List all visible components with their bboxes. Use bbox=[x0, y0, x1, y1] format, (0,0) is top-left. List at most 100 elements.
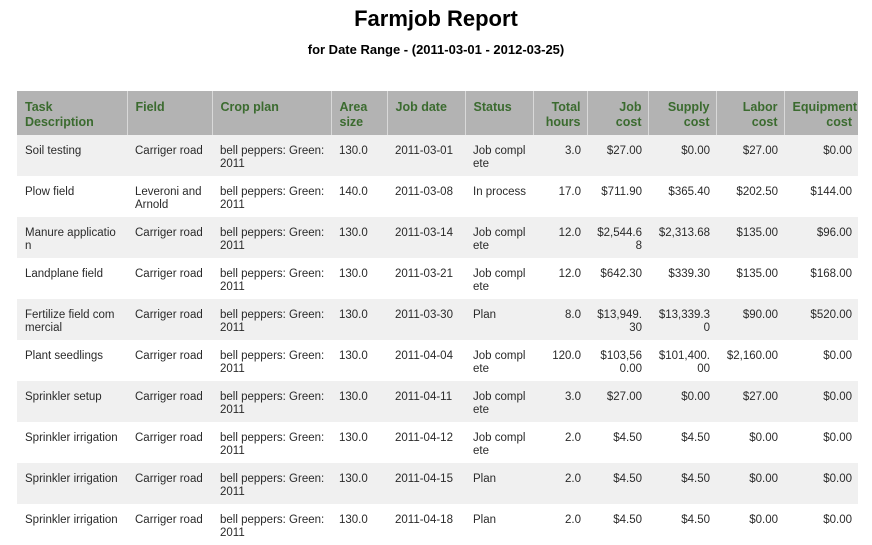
column-header: Task Description bbox=[17, 91, 128, 135]
table-cell: Carriger road bbox=[127, 258, 212, 299]
table-cell: $4.50 bbox=[648, 504, 716, 545]
table-row: Soil testing Carriger road bell peppers: G… bbox=[17, 135, 858, 176]
table-cell: $96.00 bbox=[784, 217, 858, 258]
table-row: Plow field Leveroni and Arnold bell pepper… bbox=[17, 176, 858, 217]
table-cell: $2,313.68 bbox=[648, 217, 716, 258]
table-cell: Carriger road bbox=[127, 504, 212, 545]
table-cell: Plow field bbox=[17, 176, 127, 217]
table-cell: $365.40 bbox=[648, 176, 716, 217]
table-cell: bell peppers: Green: 2011 bbox=[212, 299, 331, 340]
table-cell: $0.00 bbox=[784, 463, 858, 504]
table-cell: 2011-03-01 bbox=[387, 135, 465, 176]
table-row: Fertilize field commercial Carriger road b… bbox=[17, 299, 858, 340]
table-cell: 17.0 bbox=[533, 176, 587, 217]
table-cell: $0.00 bbox=[784, 135, 858, 176]
table-cell: 2.0 bbox=[533, 463, 587, 504]
table-cell: Job complete bbox=[465, 217, 533, 258]
table-cell: 2.0 bbox=[533, 504, 587, 545]
table-cell: $90.00 bbox=[716, 299, 784, 340]
table-cell: $101,400.00 bbox=[648, 340, 716, 381]
report-date-range: for Date Range - (2011-03-01 - 2012-03-2… bbox=[307, 42, 565, 57]
table-cell: $0.00 bbox=[648, 381, 716, 422]
table-cell: $0.00 bbox=[716, 463, 784, 504]
table-cell: $0.00 bbox=[784, 504, 858, 545]
table-cell: 2.0 bbox=[533, 422, 587, 463]
table-cell: Job complete bbox=[465, 340, 533, 381]
table-cell: $0.00 bbox=[716, 504, 784, 545]
table-row: Landplane field Carriger road bell peppers… bbox=[17, 258, 858, 299]
column-header: Area size bbox=[331, 91, 388, 135]
table-cell: bell peppers: Green: 2011 bbox=[212, 258, 331, 299]
table-cell: $13,949.30 bbox=[587, 299, 648, 340]
table-cell: 2011-03-08 bbox=[387, 176, 465, 217]
table-cell: 130.0 bbox=[331, 135, 387, 176]
table-cell: $339.30 bbox=[648, 258, 716, 299]
table-row: Sprinkler irrigation Carriger road bell pe… bbox=[17, 422, 858, 463]
table-cell: 130.0 bbox=[331, 504, 387, 545]
table-cell: bell peppers: Green: 2011 bbox=[212, 422, 331, 463]
table-cell: $144.00 bbox=[784, 176, 858, 217]
table-cell: 8.0 bbox=[533, 299, 587, 340]
table-cell: 2011-04-04 bbox=[387, 340, 465, 381]
table-cell: Sprinkler irrigation bbox=[17, 504, 127, 545]
table-cell: Carriger road bbox=[127, 340, 212, 381]
table-cell: Sprinkler setup bbox=[17, 381, 127, 422]
table-cell: 130.0 bbox=[331, 340, 387, 381]
table-cell: bell peppers: Green: 2011 bbox=[212, 463, 331, 504]
table-cell: bell peppers: Green: 2011 bbox=[212, 381, 331, 422]
table-cell: bell peppers: Green: 2011 bbox=[212, 340, 331, 381]
column-header: Status bbox=[465, 91, 534, 135]
table-cell: Job complete bbox=[465, 381, 533, 422]
table-row: Sprinkler irrigation Carriger road bell pe… bbox=[17, 463, 858, 504]
table-cell: $642.30 bbox=[587, 258, 648, 299]
table-cell: Carriger road bbox=[127, 381, 212, 422]
table-cell: bell peppers: Green: 2011 bbox=[212, 176, 331, 217]
table-cell: $27.00 bbox=[716, 381, 784, 422]
table-cell: $4.50 bbox=[587, 504, 648, 545]
column-header: Equipment cost bbox=[784, 91, 858, 135]
table-cell: $4.50 bbox=[648, 422, 716, 463]
table-cell: $135.00 bbox=[716, 258, 784, 299]
column-header: Crop plan bbox=[212, 91, 332, 135]
table-cell: 2011-03-14 bbox=[387, 217, 465, 258]
table-cell: $0.00 bbox=[784, 422, 858, 463]
table-cell: 3.0 bbox=[533, 381, 587, 422]
table-cell: 140.0 bbox=[331, 176, 387, 217]
table-cell: $4.50 bbox=[587, 422, 648, 463]
table-cell: Sprinkler irrigation bbox=[17, 422, 127, 463]
table-cell: $202.50 bbox=[716, 176, 784, 217]
table-cell: 2011-04-12 bbox=[387, 422, 465, 463]
table-cell: Plan bbox=[465, 504, 533, 545]
table-cell: 2011-04-15 bbox=[387, 463, 465, 504]
table-cell: 120.0 bbox=[533, 340, 587, 381]
table-cell: Leveroni and Arnold bbox=[127, 176, 212, 217]
table-cell: bell peppers: Green: 2011 bbox=[212, 504, 331, 545]
table-cell: $27.00 bbox=[587, 135, 648, 176]
table-cell: 130.0 bbox=[331, 381, 387, 422]
table-cell: Sprinkler irrigation bbox=[17, 463, 127, 504]
table-cell: Landplane field bbox=[17, 258, 127, 299]
table-cell: 2011-03-21 bbox=[387, 258, 465, 299]
table-cell: Job complete bbox=[465, 258, 533, 299]
table-cell: Plan bbox=[465, 299, 533, 340]
table-cell: $103,560.00 bbox=[587, 340, 648, 381]
column-header: Job cost bbox=[587, 91, 649, 135]
table-cell: $13,339.30 bbox=[648, 299, 716, 340]
table-cell: 130.0 bbox=[331, 422, 387, 463]
table-cell: $135.00 bbox=[716, 217, 784, 258]
column-header: Total hours bbox=[533, 91, 588, 135]
table-row: Sprinkler irrigation Carriger road bell pe… bbox=[17, 504, 858, 545]
table-cell: 130.0 bbox=[331, 258, 387, 299]
table-cell: 2011-04-18 bbox=[387, 504, 465, 545]
table-body: Soil testing Carriger road bell peppers: G… bbox=[17, 135, 858, 545]
table-cell: $520.00 bbox=[784, 299, 858, 340]
table-cell: 2011-03-30 bbox=[387, 299, 465, 340]
table-cell: 12.0 bbox=[533, 217, 587, 258]
table-cell: 2011-04-11 bbox=[387, 381, 465, 422]
table-cell: Carriger road bbox=[127, 299, 212, 340]
table-cell: 3.0 bbox=[533, 135, 587, 176]
table-cell: 12.0 bbox=[533, 258, 587, 299]
table-cell: Fertilize field commercial bbox=[17, 299, 127, 340]
report-title: Farmjob Report bbox=[354, 6, 518, 31]
table-cell: 130.0 bbox=[331, 217, 387, 258]
